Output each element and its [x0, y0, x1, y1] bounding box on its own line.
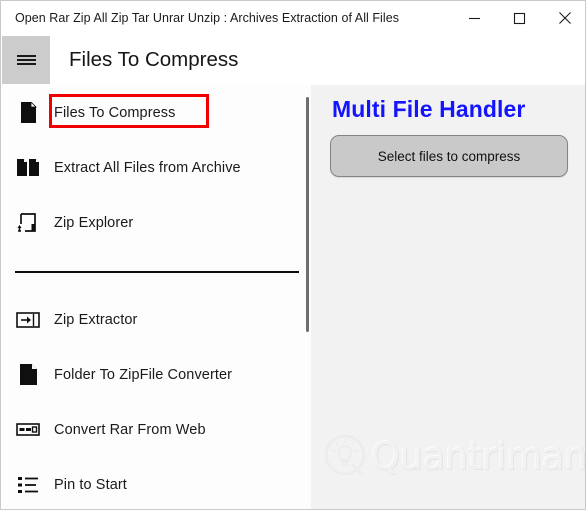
- import-arrow-icon: [2, 311, 54, 328]
- title-bar: Open Rar Zip All Zip Tar Unrar Unzip : A…: [1, 1, 585, 35]
- app-window: Open Rar Zip All Zip Tar Unrar Unzip : A…: [0, 0, 586, 510]
- window-controls: [452, 1, 585, 35]
- sidebar-item-files-to-compress[interactable]: Files To Compress: [2, 85, 302, 140]
- sidebar-item-label: Pin to Start: [54, 476, 127, 493]
- hamburger-bar-1: [16, 55, 36, 57]
- maximize-button[interactable]: [497, 1, 542, 35]
- sidebar-divider: [15, 271, 299, 273]
- select-files-to-compress-button[interactable]: Select files to compress: [330, 135, 568, 177]
- copy-documents-icon: [2, 158, 54, 178]
- sidebar-item-label: Extract All Files from Archive: [54, 159, 241, 176]
- folder-icon: [2, 364, 54, 385]
- sidebar-item-folder-to-zipfile[interactable]: Folder To ZipFile Converter: [2, 347, 302, 402]
- watermark-text: Quantrimang: [371, 434, 586, 478]
- list-icon: [2, 476, 54, 494]
- sidebar-item-label: Zip Explorer: [54, 214, 134, 231]
- sidebar-item-pin-to-start[interactable]: Pin to Start: [2, 457, 302, 509]
- hamburger-bar-3: [16, 63, 36, 65]
- sidebar-item-zip-explorer[interactable]: Zip Explorer: [2, 195, 302, 250]
- content-pane: Multi File Handler Select files to compr…: [311, 85, 586, 509]
- minimize-button[interactable]: [452, 1, 497, 35]
- close-button[interactable]: [542, 1, 585, 35]
- upload-box-icon: [2, 212, 54, 234]
- sidebar-list: Files To Compress Extract All Files from…: [2, 85, 302, 509]
- document-icon: [2, 102, 54, 123]
- sidebar-item-label: Files To Compress: [54, 104, 176, 121]
- sidebar-item-label: Folder To ZipFile Converter: [54, 366, 233, 383]
- hamburger-menu-button[interactable]: [2, 36, 50, 84]
- watermark: Quantrimang: [323, 425, 586, 487]
- content-title: Multi File Handler: [332, 96, 526, 122]
- hamburger-bar-2: [16, 59, 36, 61]
- window-title: Open Rar Zip All Zip Tar Unrar Unzip : A…: [15, 11, 400, 25]
- sidebar-item-zip-extractor[interactable]: Zip Extractor: [2, 292, 302, 347]
- sidebar-item-label: Convert Rar From Web: [54, 421, 206, 438]
- sidebar-scrollbar[interactable]: [306, 97, 309, 332]
- quantrimang-logo-icon: [323, 433, 369, 479]
- sidebar-item-convert-rar-from-web[interactable]: Convert Rar From Web: [2, 402, 302, 457]
- sidebar-divider-row: [2, 250, 302, 292]
- sidebar-item-label: Zip Extractor: [54, 311, 138, 328]
- web-bar-icon: [2, 423, 54, 436]
- sidebar-item-extract-all-files[interactable]: Extract All Files from Archive: [2, 140, 302, 195]
- sidebar-nav: Files To Compress Extract All Files from…: [2, 85, 311, 509]
- page-title: Files To Compress: [69, 48, 239, 71]
